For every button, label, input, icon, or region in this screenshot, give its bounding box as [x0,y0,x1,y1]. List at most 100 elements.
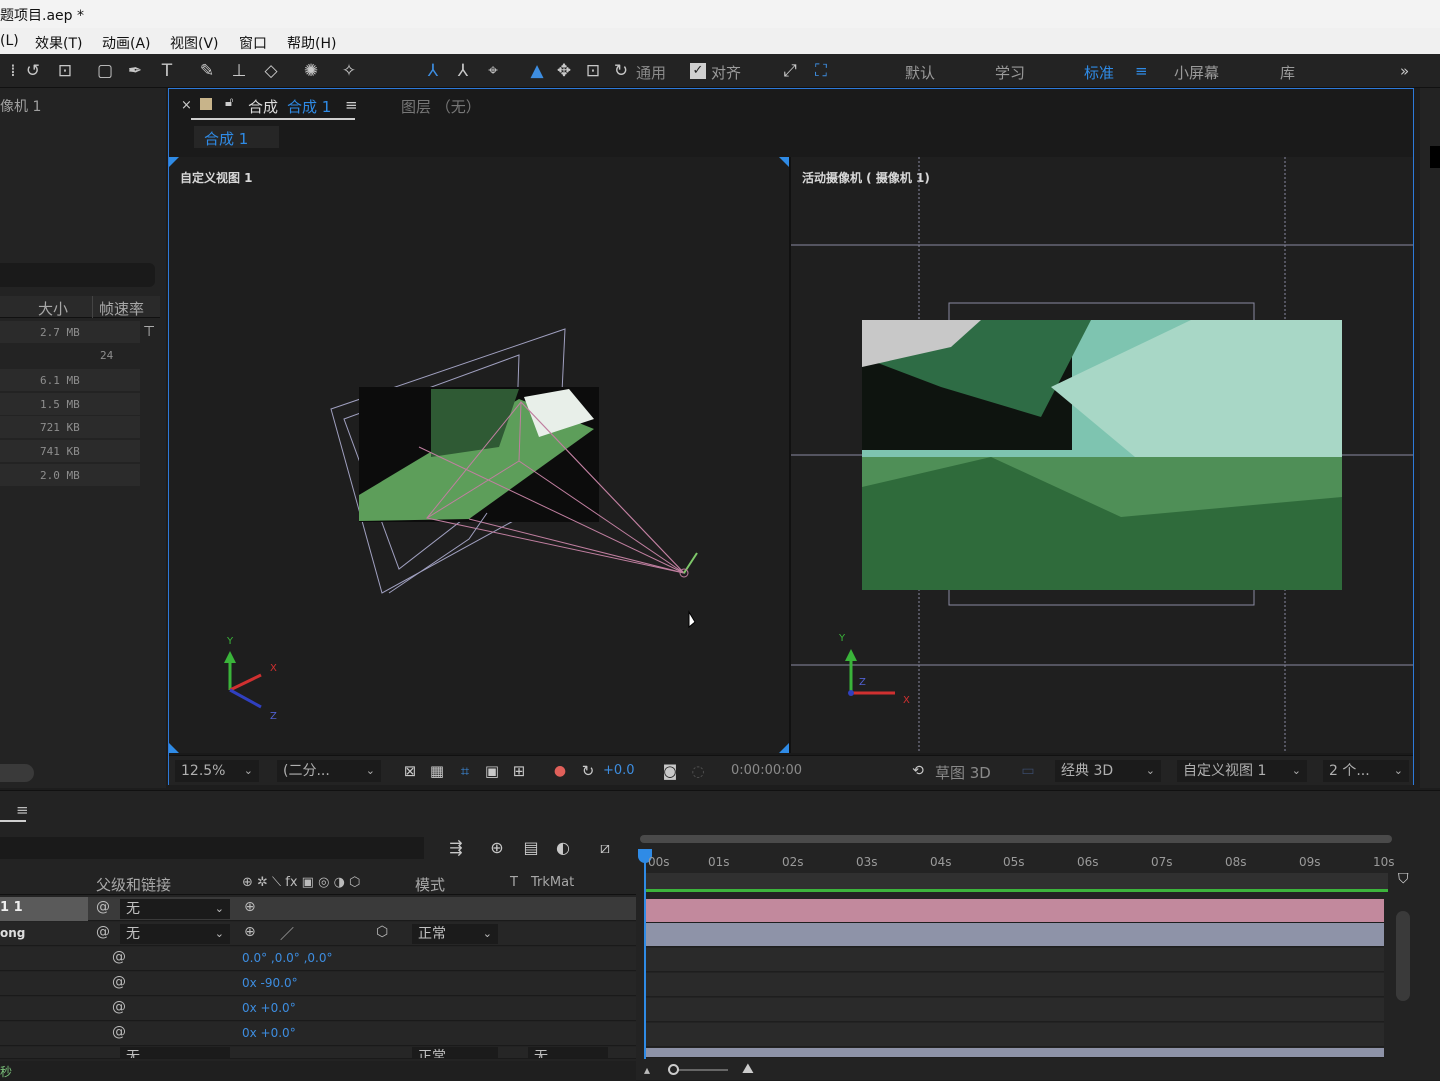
layer-tab[interactable]: 图层 （无） [401,96,481,117]
column-parent[interactable]: 父级和链接 [96,874,171,895]
column-t[interactable]: T [510,875,518,890]
timeline-menu-icon[interactable]: ≡ [16,801,29,819]
breadcrumb[interactable]: 合成 1 [194,126,279,148]
overflow-icon[interactable]: » [1400,62,1409,80]
list-item[interactable]: 741 KB [0,440,140,462]
property-row[interactable]: @ 0x +0.0° [0,997,636,1021]
composition-mini-flowchart-icon[interactable]: ⇶ [445,837,467,859]
pan-behind-tool-icon[interactable]: ⊡ [54,60,76,82]
draft-3d-label[interactable]: 草图 3D [935,762,991,783]
roto-brush-tool-icon[interactable]: ✺ [300,60,322,82]
grid-guides-icon[interactable]: ⊞ [508,760,530,782]
view-layout-dropdown[interactable]: 2 个... ⌄ [1323,760,1409,782]
brush-tool-icon[interactable]: ✎ [196,60,218,82]
lock-icon[interactable]: 🔓︎ [225,95,233,110]
keyframe-track[interactable] [644,998,1384,1022]
panel-menu-icon[interactable]: ≡ [345,96,358,114]
table-row[interactable]: ong @ 无 ⌄ ⊕ ／ ⬡ 正常 ⌄ [0,922,636,946]
pickwhip-icon[interactable]: @ [96,924,110,940]
menu-effects[interactable]: 效果(T) [35,33,82,53]
close-tab-icon[interactable]: × [181,98,192,113]
time-ruler[interactable] [644,873,1388,889]
table-row[interactable]: 无 正常 无 [0,1047,636,1059]
pickwhip-icon[interactable]: @ [112,974,126,990]
pickwhip-icon[interactable]: @ [112,949,126,965]
fast-preview-icon[interactable]: ⊠ [399,760,421,782]
column-trkmat[interactable]: TrkMat [531,875,574,890]
puppet-tool-icon[interactable]: ✧ [338,60,360,82]
layer-name[interactable]: 1 1 [0,900,23,915]
zoom-slider[interactable] [676,1069,728,1071]
keyframe-track[interactable] [644,973,1384,997]
quality-switch-icon[interactable]: ／ [280,924,294,944]
shy-switch-icon[interactable]: ⊕ [244,924,256,940]
snapshot-camera-icon[interactable]: ◙ [659,760,681,782]
mask-path-icon[interactable]: ⌗ [454,760,476,782]
y-rotation-value[interactable]: 0x +0.0° [242,1001,296,1015]
timecode-display[interactable]: 0:00:00:00 [725,760,807,782]
comp-tab-name[interactable]: 合成 1 [287,96,331,117]
project-scrollbar[interactable] [0,764,34,782]
draft-3d-icon[interactable]: ⟲ [907,760,929,782]
layer-search-input[interactable] [0,837,424,859]
table-row[interactable]: 1 1 @ 无 ⌄ ⊕ [0,897,636,921]
comp-marker-bin-icon[interactable]: ⛉ [1398,871,1409,887]
renderer-dropdown[interactable]: 经典 3D ⌄ [1055,760,1161,782]
transparency-grid-icon[interactable]: ▦ [426,760,448,782]
pickwhip-icon[interactable]: @ [112,1024,126,1040]
mode-dropdown[interactable]: 正常 ⌄ [412,924,498,944]
workspace-menu-icon[interactable]: ≡ [1135,62,1148,80]
column-mode[interactable]: 模式 [415,874,445,895]
frame-blending-icon[interactable]: ▤ [520,837,542,859]
z-rotation-value[interactable]: 0x +0.0° [242,1026,296,1040]
parent-dropdown[interactable]: 无 ⌄ [120,899,230,919]
zoom-slider-thumb[interactable] [668,1064,679,1075]
exposure-value[interactable]: +0.0 [603,763,635,778]
layer-name[interactable]: ong [0,926,25,940]
pickwhip-icon[interactable]: @ [96,899,110,915]
menu-animation[interactable]: 动画(A) [102,33,151,53]
graph-editor-icon[interactable]: ⧄ [594,837,616,859]
column-fps[interactable]: 帧速率 [99,298,144,319]
keyframe-track[interactable] [644,1023,1384,1047]
property-row[interactable]: @ 0x +0.0° [0,1022,636,1046]
3d-layer-switch-icon[interactable]: ⬡ [376,924,388,940]
parent-dropdown[interactable]: 无 [120,1047,230,1058]
channels-icon[interactable]: ● [549,760,571,782]
resolution-dropdown[interactable]: (二分... ⌄ [277,760,381,782]
move-tool-icon[interactable]: ✥ [553,60,575,82]
active-camera-viewer[interactable]: 活动摄像机 ( 摄像机 1) Y Z X [791,157,1413,753]
zoom-in-icon[interactable]: ⛰ [742,1061,754,1077]
keyframe-track[interactable] [644,948,1384,972]
local-axis-mode-icon[interactable]: ⅄ [422,60,444,82]
list-item[interactable]: 6.1 MB [0,369,140,391]
snap-target-icon[interactable]: ⛶ [810,60,832,82]
zoom-out-icon[interactable]: ▴ [644,1063,650,1077]
workspace-default[interactable]: 默认 [905,62,935,83]
list-item[interactable]: 24 [0,344,140,366]
mode-dropdown[interactable]: 正常 [412,1047,498,1058]
workspace-libraries[interactable]: 库 [1280,62,1295,83]
property-row[interactable]: @ 0x -90.0° [0,972,636,996]
property-row[interactable]: @ 0.0° ,0.0° ,0.0° [0,947,636,971]
pen-tool-icon[interactable]: ✒ [124,60,146,82]
menu-help[interactable]: 帮助(H) [287,33,336,53]
x-rotation-value[interactable]: 0x -90.0° [242,976,298,990]
world-axis-mode-icon[interactable]: ⅄ [452,60,474,82]
parent-dropdown[interactable]: 无 ⌄ [120,924,230,944]
type-tool-icon[interactable]: T [156,60,178,82]
eraser-tool-icon[interactable]: ◇ [260,60,282,82]
list-item[interactable]: 2.0 MB [0,464,140,486]
motion-blur-icon[interactable]: ◐ [552,837,574,859]
rotate-tool-icon[interactable]: ↺ [22,60,44,82]
zoom-dropdown[interactable]: 12.5% ⌄ [175,760,259,782]
pickwhip-icon[interactable]: @ [112,999,126,1015]
snap-icon[interactable]: ⤢ [779,60,801,82]
flowchart-icon[interactable]: ⊤ [143,324,155,340]
view-axis-mode-icon[interactable]: ⌖ [482,60,504,82]
clone-stamp-tool-icon[interactable]: ⊥ [228,60,250,82]
current-time-indicator[interactable] [644,851,646,1059]
region-of-interest-icon[interactable]: ▣ [481,760,503,782]
column-size[interactable]: 大小 [38,298,68,319]
orientation-value[interactable]: 0.0° ,0.0° ,0.0° [242,951,333,965]
